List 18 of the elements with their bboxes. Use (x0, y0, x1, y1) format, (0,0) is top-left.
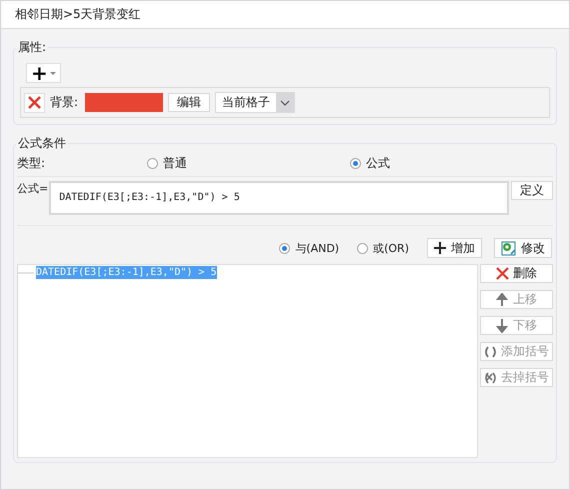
delete-button[interactable]: 删除 (480, 264, 553, 283)
field-label: 公式= (17, 181, 48, 196)
property-label: 背景: (50, 94, 78, 111)
define-button[interactable]: 定义 (511, 181, 553, 200)
field-label: 类型: (17, 154, 46, 172)
window-title: 相邻日期>5天背景变红 (15, 6, 141, 23)
edit-button[interactable]: 编辑 (168, 93, 210, 112)
type-radio[interactable]: 普通 (147, 154, 187, 172)
group-title: 公式条件 (16, 135, 68, 152)
add-property-button[interactable]: + (26, 63, 61, 83)
modify-button[interactable]: 修改 (494, 238, 552, 258)
formula-field[interactable]: DATEDIF(E3[;E3:-1],E3,"D") > 5 (49, 181, 509, 215)
add-button[interactable]: 增加 (427, 238, 482, 258)
logic-radio[interactable]: 或(OR) (357, 240, 409, 256)
scope-dropdown[interactable]: 当前格子 (215, 92, 296, 113)
type-radio[interactable]: 公式 (350, 154, 390, 172)
logic-radio[interactable]: 与(AND) (279, 240, 340, 256)
group-title: 属性: (16, 39, 48, 56)
